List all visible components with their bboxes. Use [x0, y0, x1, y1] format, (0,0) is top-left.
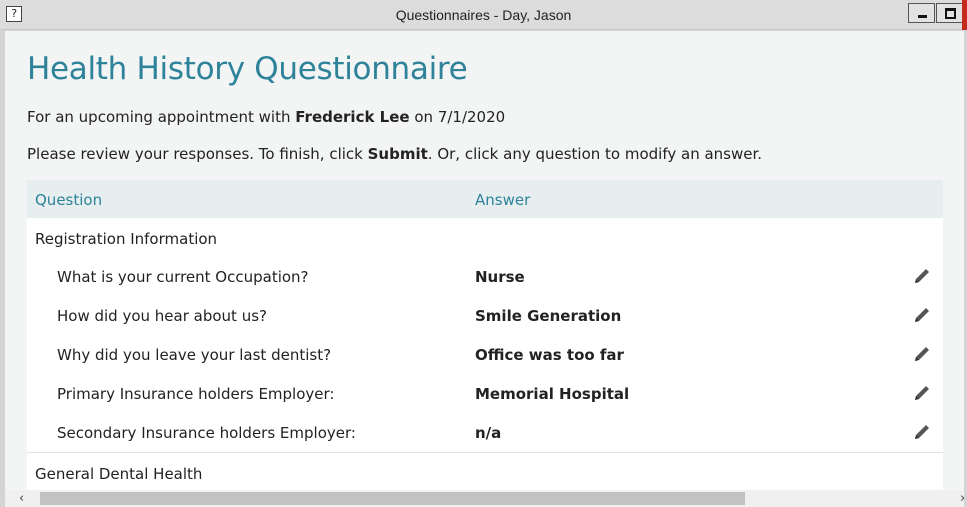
appointment-info: For an upcoming appointment with Frederi…	[27, 108, 505, 126]
questionnaire-content: Health History Questionnaire For an upco…	[5, 31, 964, 490]
question-text: Why did you leave your last dentist?	[57, 346, 332, 364]
pencil-icon[interactable]	[911, 343, 933, 365]
responses-table: Question Answer Registration Information…	[27, 180, 943, 490]
appointment-date: 7/1/2020	[437, 108, 506, 126]
answer-text: Smile Generation	[475, 307, 622, 325]
pencil-icon[interactable]	[911, 382, 933, 404]
table-row[interactable]: Secondary Insurance holders Employer: n/…	[27, 413, 943, 452]
answer-text: Office was too far	[475, 346, 624, 364]
pencil-icon[interactable]	[911, 265, 933, 287]
answer-text: n/a	[475, 424, 502, 442]
close-button[interactable]	[962, 0, 967, 30]
answer-column-header: Answer	[475, 191, 531, 209]
table-header: Question Answer	[27, 180, 943, 218]
question-text: How did you hear about us?	[57, 307, 267, 325]
instructions-prefix: Please review your responses. To finish,…	[27, 145, 368, 163]
provider-name: Frederick Lee	[295, 108, 410, 126]
scroll-right-icon[interactable]: ›	[960, 492, 967, 505]
maximize-button[interactable]	[936, 3, 963, 23]
minimize-button[interactable]	[908, 3, 935, 23]
section-title: Registration Information	[35, 230, 218, 248]
section-title: General Dental Health	[35, 465, 203, 483]
answer-text: Memorial Hospital	[475, 385, 630, 403]
question-column-header: Question	[35, 191, 103, 209]
section-general-dental-health: General Dental Health	[27, 453, 943, 490]
answer-text: Nurse	[475, 268, 525, 286]
title-bar: ? Questionnaires - Day, Jason	[0, 0, 967, 30]
table-row[interactable]: Why did you leave your last dentist? Off…	[27, 335, 943, 374]
horizontal-scrollbar[interactable]: ‹ ›	[5, 490, 967, 507]
scroll-thumb[interactable]	[40, 492, 745, 505]
pencil-icon[interactable]	[911, 304, 933, 326]
table-row[interactable]: Primary Insurance holders Employer: Memo…	[27, 374, 943, 413]
page-title: Health History Questionnaire	[27, 51, 468, 87]
section-registration-information: Registration Information	[27, 218, 943, 257]
pencil-icon[interactable]	[911, 421, 933, 443]
question-text: Primary Insurance holders Employer:	[57, 385, 335, 403]
instructions: Please review your responses. To finish,…	[27, 145, 762, 163]
question-text: What is your current Occupation?	[57, 268, 309, 286]
window-title: Questionnaires - Day, Jason	[395, 7, 572, 23]
table-row[interactable]: What is your current Occupation? Nurse	[27, 257, 943, 296]
appointment-prefix: For an upcoming appointment with	[27, 108, 296, 126]
table-row[interactable]: How did you hear about us? Smile Generat…	[27, 296, 943, 335]
appointment-middle: on	[409, 108, 438, 126]
instructions-suffix: . Or, click any question to modify an an…	[427, 145, 763, 163]
scroll-left-icon[interactable]: ‹	[19, 492, 31, 505]
submit-keyword: Submit	[367, 145, 428, 163]
question-text: Secondary Insurance holders Employer:	[57, 424, 356, 442]
